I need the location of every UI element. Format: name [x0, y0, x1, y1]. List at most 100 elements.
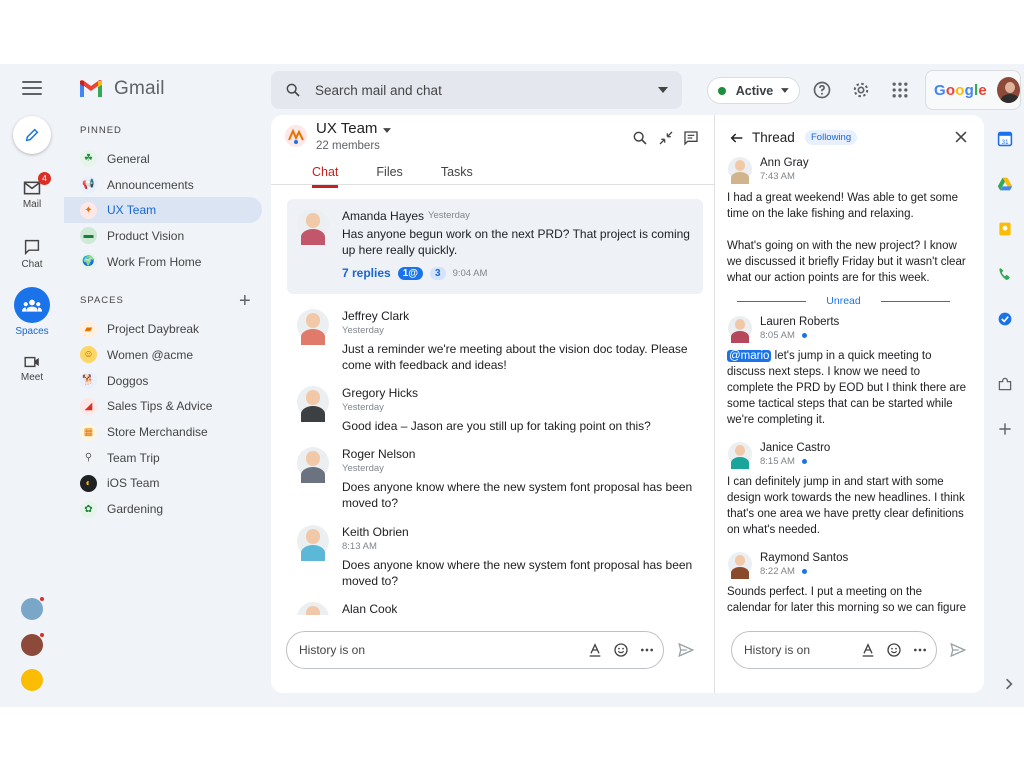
- member-count[interactable]: 22 members: [316, 140, 380, 152]
- message-body-2: What's going on with the new project? I …: [727, 240, 966, 284]
- status-dropdown-icon: [781, 88, 789, 93]
- search-input[interactable]: [315, 82, 658, 98]
- sidebar-item-gardening[interactable]: ✿ Gardening: [64, 496, 262, 522]
- status-dot: [718, 86, 726, 95]
- rail-mail[interactable]: 4 Mail: [0, 172, 64, 210]
- rail-chat[interactable]: Chat: [0, 239, 64, 270]
- user-avatar: [728, 552, 752, 579]
- following-badge[interactable]: Following: [805, 130, 858, 145]
- sidebar-item-ux-team[interactable]: ✦ UX Team: [64, 197, 262, 224]
- thread-panel: Thread Following Ann Gray 7:43 AM I had …: [714, 115, 984, 693]
- status-label: Active: [735, 83, 774, 98]
- mention-chip[interactable]: @mario: [727, 350, 772, 362]
- unread-dot: [801, 333, 807, 338]
- main-menu-icon[interactable]: [22, 81, 42, 97]
- space-title[interactable]: UX Team: [316, 120, 377, 137]
- thread-composer[interactable]: [731, 631, 937, 669]
- thread-scroll[interactable]: Ann Gray 7:43 AM I had a great weekend! …: [715, 155, 984, 615]
- rail-meet[interactable]: Meet: [0, 356, 64, 383]
- calendar-icon[interactable]: 31: [997, 131, 1013, 147]
- message-time: Yesterday: [342, 463, 384, 474]
- search-options-icon[interactable]: [658, 87, 668, 93]
- project-daybreak-icon: ▰: [80, 320, 97, 338]
- sidebar-item-general[interactable]: ☘ General: [64, 146, 262, 172]
- tab-tasks[interactable]: Tasks: [441, 165, 473, 188]
- thread-replies: 7 replies 1@ 3 9:04 AM: [342, 266, 487, 280]
- google-letter: e: [978, 81, 987, 99]
- rail-user-avatar[interactable]: [21, 632, 45, 656]
- search-bar[interactable]: [271, 71, 682, 109]
- sidebar-item-sales-tips-advice[interactable]: ◢ Sales Tips & Advice: [64, 394, 262, 420]
- voice-phone-icon[interactable]: [997, 266, 1013, 282]
- sender-name: Raymond Santos: [760, 552, 849, 564]
- account-avatar[interactable]: [996, 77, 1020, 103]
- threads-icon[interactable]: [683, 130, 699, 146]
- gardening-icon: ✿: [80, 500, 97, 518]
- expand-chevron-icon[interactable]: [1001, 676, 1017, 692]
- status-selector[interactable]: Active: [707, 77, 800, 104]
- sidebar-item-announcements[interactable]: 📢 Announcements: [64, 172, 262, 198]
- sidebar-item-label: Doggos: [107, 373, 149, 388]
- sidebar-item-label: Women @acme: [107, 347, 193, 362]
- emoji-icon[interactable]: [886, 642, 902, 658]
- sidebar-item-work-from-home[interactable]: 🌍 Work From Home: [64, 249, 262, 275]
- apps-grid-icon[interactable]: [890, 80, 910, 100]
- google-letter: o: [945, 81, 956, 99]
- format-text-icon[interactable]: [587, 642, 603, 658]
- sidebar-item-product-vision[interactable]: ▬ Product Vision: [64, 223, 262, 249]
- collapse-icon[interactable]: [658, 130, 674, 146]
- sidebar-item-team-trip[interactable]: ⚲ Team Trip: [64, 445, 262, 471]
- gmail-logo[interactable]: Gmail: [78, 78, 165, 100]
- thread-reply-input[interactable]: [744, 643, 844, 657]
- google-account-button[interactable]: Google: [925, 70, 1021, 110]
- ux-team-icon: ✦: [80, 201, 97, 219]
- add-space-icon[interactable]: +: [239, 290, 251, 313]
- drive-icon[interactable]: [997, 176, 1013, 192]
- left-rail: 4 Mail Chat Spaces Meet: [0, 114, 64, 707]
- format-text-icon[interactable]: [860, 642, 876, 658]
- help-icon[interactable]: [812, 80, 832, 100]
- message-input[interactable]: [299, 643, 479, 657]
- keep-icon[interactable]: [997, 221, 1013, 237]
- tab-files[interactable]: Files: [376, 165, 402, 188]
- add-app-icon[interactable]: [997, 421, 1013, 437]
- search-icon[interactable]: [285, 82, 301, 98]
- thread-title: Thread: [752, 130, 795, 145]
- sender-name: Jeffrey Clark: [342, 309, 410, 323]
- settings-gear-icon[interactable]: [851, 80, 871, 100]
- close-icon[interactable]: [954, 130, 968, 144]
- rail-contact-avatar[interactable]: [21, 669, 43, 691]
- sender-name: Ann Gray: [760, 157, 809, 169]
- more-options-icon[interactable]: [639, 642, 655, 658]
- search-in-space-icon[interactable]: [632, 130, 648, 146]
- mail-icon: [23, 181, 41, 195]
- google-wordmark: Google: [934, 82, 987, 99]
- rail-space-avatar[interactable]: [21, 596, 45, 620]
- send-icon[interactable]: [677, 641, 695, 659]
- sidebar-item-project-daybreak[interactable]: ▰ Project Daybreak: [64, 316, 262, 342]
- notification-dot: [39, 596, 45, 602]
- emoji-icon[interactable]: [613, 642, 629, 658]
- sidebar-item-ios-team[interactable]: ◐ iOS Team: [64, 471, 262, 497]
- message-composer[interactable]: [286, 631, 664, 669]
- back-arrow-icon[interactable]: [729, 130, 745, 146]
- sidebar-item-doggos[interactable]: 🐕 Doggos: [64, 368, 262, 394]
- sidebar-item-store-merchandise[interactable]: ▦ Store Merchandise: [64, 419, 262, 445]
- add-ons-icon[interactable]: [997, 376, 1013, 392]
- svg-text:31: 31: [1001, 139, 1009, 146]
- tab-chat[interactable]: Chat: [312, 165, 339, 188]
- gmail-m-icon: [80, 80, 102, 97]
- replies-link[interactable]: 7 replies: [342, 266, 391, 280]
- sidebar-item-label: Gardening: [107, 502, 164, 517]
- space-menu-chevron-icon[interactable]: [383, 128, 391, 133]
- sidebar-item-women-acme[interactable]: ☺ Women @acme: [64, 342, 262, 368]
- tasks-icon[interactable]: [997, 311, 1013, 327]
- message-clip: Alan Cook: [271, 599, 714, 615]
- globe-icon: 🌍: [80, 253, 97, 271]
- time-text: 8:05 AM: [760, 330, 795, 341]
- sidebar-item-label: Product Vision: [107, 228, 185, 243]
- compose-button[interactable]: [13, 116, 51, 154]
- rail-spaces[interactable]: Spaces: [0, 287, 64, 337]
- send-icon[interactable]: [949, 641, 967, 659]
- more-options-icon[interactable]: [912, 642, 928, 658]
